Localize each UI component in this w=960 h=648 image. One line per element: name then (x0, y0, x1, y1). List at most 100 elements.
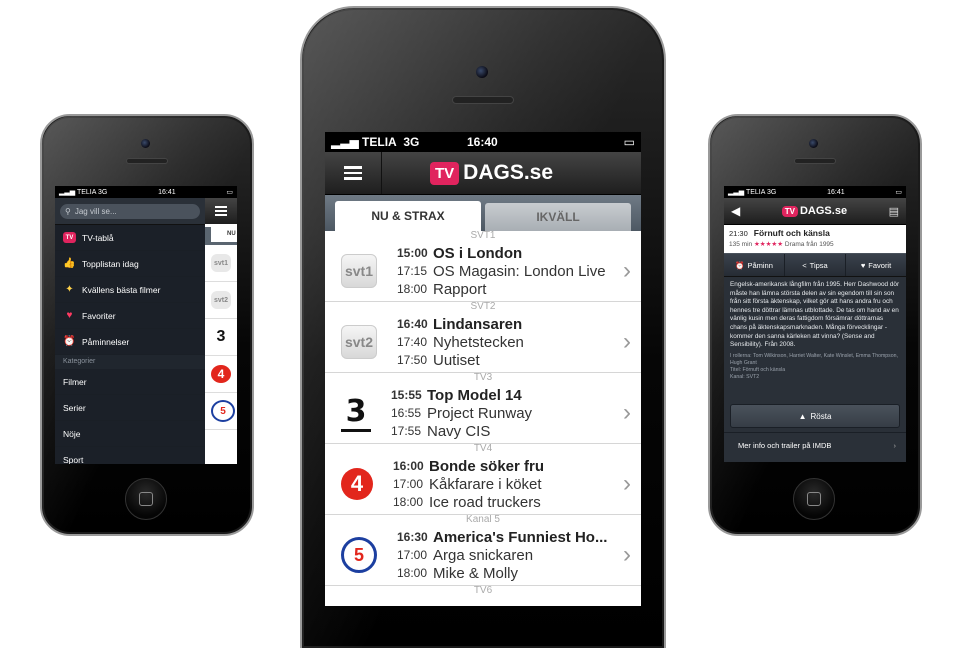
right-phone-speaker (794, 158, 836, 164)
back-arrow-icon[interactable]: ◀ (731, 204, 740, 218)
peek-menu-icon[interactable] (215, 206, 227, 216)
program-line: 16:55 Project Runway (391, 404, 532, 422)
program-line: 17:50 Uutiset (397, 351, 524, 369)
channel-header: SVT1 (470, 230, 496, 241)
center-phone-speaker (452, 96, 514, 104)
search-placeholder: Jag vill se... (74, 206, 117, 216)
category-serier[interactable]: Serier (55, 395, 205, 421)
category-noje[interactable]: Nöje (55, 421, 205, 447)
program-title: America's Funniest Ho... (433, 528, 608, 546)
program-time: 17:50 (397, 353, 428, 367)
chevron-right-icon: › (623, 328, 631, 355)
channel-logo: 5 (341, 537, 377, 573)
tab-nu-strax[interactable]: NU & STRAX (335, 201, 481, 231)
vote-button[interactable]: ▲ Rösta (730, 404, 900, 428)
channel-row[interactable]: 3 15:55 Top Model 14 16:55 Project Runway 17:… (325, 383, 641, 444)
search-input[interactable]: ⚲ Jag vill se... (60, 203, 200, 219)
program-time: 18:00 (393, 495, 424, 509)
right-screen: ▂▃▅ TELIA 3G 16:41 ▭ ◀ TV DAGS.se ▤ 21:3… (724, 186, 906, 462)
channel-row[interactable]: 4 16:00 Bonde söker fru 17:00 Kåkfarare i kö… (325, 454, 641, 515)
left-phone: ▂▃▅ TELIA 3G 16:41 ▭ ⚲ Jag vill se... TV… (40, 114, 254, 536)
program-title: Ice road truckers (429, 493, 541, 511)
program-title: Lindansaren (433, 315, 523, 333)
right-status-carrier: ▂▃▅ TELIA 3G (728, 189, 777, 196)
channel-header: SVT2 (470, 301, 496, 312)
channel-row[interactable]: 5 16:30 America's Funniest Ho... 17:00 Arga … (325, 525, 641, 586)
chevron-right-icon: › (893, 440, 897, 450)
peek-logo-svt1: svt1 (205, 245, 237, 282)
peek-tabs: NU (205, 227, 237, 245)
peek-tab[interactable]: NU (211, 227, 237, 242)
program-title: Arga snickaren (433, 546, 534, 564)
category-filmer[interactable]: Filmer (55, 369, 205, 395)
program-list: 15:00 OS i London 17:15 OS Magasin: London … (397, 244, 606, 298)
program-title: Uutiset (433, 351, 480, 369)
detail-header: 21:30 Förnuft och känsla 135 min ★★★★★ Dr… (724, 225, 906, 253)
left-phone-speaker (126, 158, 168, 164)
program-line: 17:15 OS Magasin: London Live (397, 262, 606, 280)
program-line: 17:55 Navy CIS (391, 422, 532, 440)
chevron-right-icon: › (623, 541, 631, 568)
alarm-icon: ⏰ (735, 260, 745, 270)
sidebar-item-label: Kvällens bästa filmer (82, 284, 161, 295)
favorite-button[interactable]: ♥ Favorit (846, 254, 906, 276)
share-button[interactable]: < Tipsa (785, 254, 846, 276)
calendar-icon[interactable]: ▤ (889, 205, 899, 218)
tab-ikvall[interactable]: IKVÄLL (485, 203, 631, 231)
program-title: Navy CIS (427, 422, 491, 440)
menu-icon (344, 166, 362, 181)
peek-main-view[interactable]: NU svt1 svt2 3 4 5 (205, 198, 237, 464)
center-phone-camera (476, 66, 488, 78)
sidebar-item-topplistan[interactable]: 👍 Topplistan idag (55, 251, 205, 277)
category-sport[interactable]: Sport (55, 447, 205, 465)
program-title: Kåkfarare i köket (429, 475, 542, 493)
sidebar-item-label: TV-tablå (82, 232, 114, 243)
program-time: 18:00 (397, 282, 428, 296)
search-icon: ⚲ (65, 206, 71, 216)
left-battery-icon: ▭ (226, 189, 233, 196)
program-list: 16:40 Lindansaren 17:40 Nyhetstecken 17:50 Uu… (397, 315, 524, 369)
program-time: 17:00 (397, 548, 428, 562)
left-screen: ▂▃▅ TELIA 3G 16:41 ▭ ⚲ Jag vill se... TV… (55, 186, 237, 464)
share-icon: < (802, 260, 807, 270)
channel-row[interactable]: svt2 16:40 Lindansaren 17:40 Nyhetstecken 17:… (325, 312, 641, 373)
program-line: 17:40 Nyhetstecken (397, 333, 524, 351)
sidebar-item-label: Favoriter (82, 310, 116, 321)
center-menu-button[interactable] (325, 152, 382, 194)
center-status-bar: ▂▃▅ TELIA 3G 16:40 ▭ (325, 132, 641, 152)
program-line: 15:00 OS i London (397, 244, 606, 262)
thumbs-up-icon: ▲ (798, 411, 807, 421)
sidebar-item-paminnelser[interactable]: ⏰ Påminnelser (55, 329, 205, 355)
program-time: 15:00 (397, 246, 428, 260)
channel-list: SVT1 svt1 15:00 OS i London 17:15 OS Magasin:… (325, 231, 641, 596)
detail-title: Förnuft och känsla (753, 228, 830, 238)
program-line: 17:00 Kåkfarare i köket (393, 475, 544, 493)
left-home-button[interactable] (125, 478, 167, 520)
program-time: 17:00 (393, 477, 424, 491)
detail-duration: 135 min (729, 241, 753, 248)
sidebar-item-kvallens-filmer[interactable]: ✦ Kvällens bästa filmer (55, 277, 205, 303)
program-line: 18:00 Rapport (397, 280, 606, 298)
right-battery-icon: ▭ (895, 189, 902, 196)
imdb-link[interactable]: Mer info och trailer på IMDB › (724, 432, 906, 457)
center-battery-icon: ▭ (623, 135, 635, 149)
program-title: Project Runway (427, 404, 533, 422)
sidebar-item-tv-tabla[interactable]: TV TV-tablå (55, 225, 205, 251)
sidebar-item-favoriter[interactable]: ♥ Favoriter (55, 303, 205, 329)
channel-header: TV4 (473, 443, 493, 454)
left-phone-camera (141, 139, 150, 148)
remind-button[interactable]: ⏰ Påminn (724, 254, 785, 276)
channel-header: TV3 (473, 372, 493, 383)
detail-time: 21:30 (729, 229, 748, 238)
right-home-button[interactable] (793, 478, 835, 520)
program-title: Nyhetstecken (433, 333, 524, 351)
center-brand-logo: TV DAGS.se (430, 161, 553, 185)
channel-row[interactable]: svt1 15:00 OS i London 17:15 OS Magasin: Lon… (325, 241, 641, 302)
program-list: 16:30 America's Funniest Ho... 17:00 Arga s… (397, 528, 607, 582)
program-time: 16:30 (397, 530, 428, 544)
channel-header: Kanal 5 (466, 514, 500, 525)
peek-logo-tv4: 4 (205, 356, 237, 393)
peek-logo-svt2: svt2 (205, 282, 237, 319)
center-status-time: 16:40 (467, 135, 498, 149)
right-status-time: 16:41 (827, 188, 845, 196)
